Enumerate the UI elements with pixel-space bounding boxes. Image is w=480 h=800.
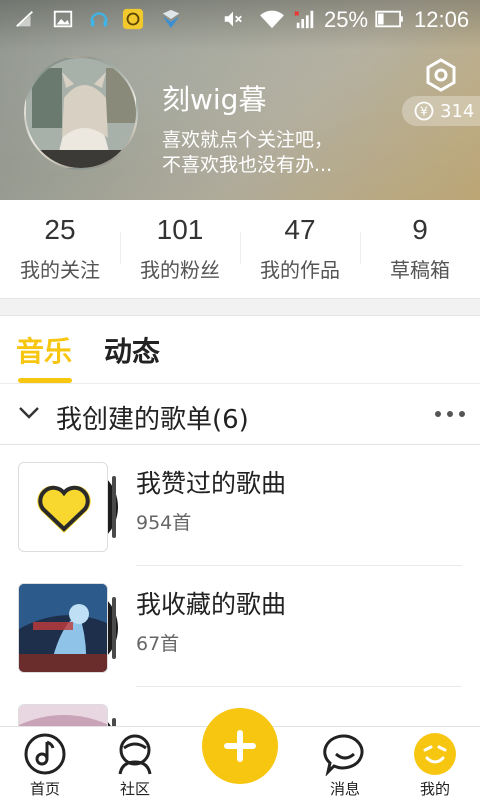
profile-header: 25% 12:06 刻wig暮 喜欢就点个关注吧， 不喜欢我也没有办... ¥ — [0, 0, 480, 200]
stat-value: 47 — [284, 214, 316, 245]
stat-label: 我的关注 — [20, 258, 100, 282]
stat-drafts[interactable]: 9 草稿箱 — [360, 200, 480, 298]
nav-label: 首页 — [29, 780, 60, 798]
signal-off-icon — [16, 10, 33, 28]
playlist-row-favorites[interactable]: 我收藏的歌曲 67首 — [0, 567, 480, 687]
create-button[interactable] — [202, 708, 278, 784]
stat-value: 25 — [44, 214, 76, 245]
playlist-count: 67首 — [136, 633, 180, 655]
row-divider — [136, 565, 462, 566]
playlist-cover — [18, 583, 118, 673]
avatar[interactable] — [24, 56, 138, 170]
album-art — [19, 584, 107, 672]
stat-label: 我的作品 — [260, 258, 340, 282]
plus-icon-vertical — [237, 730, 243, 762]
stat-fans[interactable]: 101 我的粉丝 — [120, 200, 240, 298]
stat-label: 我的粉丝 — [140, 258, 220, 282]
stat-works[interactable]: 47 我的作品 — [240, 200, 360, 298]
nav-label: 消息 — [329, 780, 360, 798]
section-divider — [0, 298, 480, 316]
heart-icon — [37, 485, 91, 533]
username[interactable]: 刻wig暮 — [162, 78, 266, 118]
tab-music[interactable]: 音乐 — [16, 330, 72, 370]
playlist-row-liked[interactable]: 我赞过的歌曲 954首 — [0, 446, 480, 566]
nav-home[interactable]: 首页 — [5, 727, 85, 800]
nav-label: 我的 — [419, 780, 450, 798]
battery-percent: 25% — [324, 7, 369, 32]
profile-face-icon — [414, 733, 456, 775]
tab-feed[interactable]: 动态 — [104, 330, 160, 370]
playlist-section-header[interactable]: 我创建的歌单(6) — [0, 385, 480, 445]
playlist-section-title: 我创建的歌单(6) — [56, 405, 249, 435]
app-badge-icon — [122, 8, 144, 30]
coin-count: 314 — [440, 100, 475, 122]
settings-icon[interactable] — [424, 58, 458, 92]
stat-label: 草稿箱 — [390, 258, 450, 282]
nav-mine[interactable]: 我的 — [395, 727, 475, 800]
headset-icon — [90, 12, 108, 27]
playlist-count: 954首 — [136, 512, 192, 534]
stat-following[interactable]: 25 我的关注 — [0, 200, 120, 298]
chevron-down-icon[interactable] — [18, 405, 40, 421]
message-icon — [323, 734, 364, 776]
content-tabs: 音乐 动态 — [0, 316, 480, 384]
profile-stats: 25 我的关注 101 我的粉丝 47 我的作品 9 草稿箱 — [0, 200, 480, 298]
playlist-title: 我收藏的歌曲 — [136, 590, 287, 619]
wifi-icon — [260, 10, 284, 29]
cell-signal-icon — [294, 10, 314, 29]
playlist-title: 我赞过的歌曲 — [136, 469, 287, 498]
nav-label: 社区 — [119, 780, 150, 798]
nav-messages[interactable]: 消息 — [305, 727, 385, 800]
status-bar: 25% 12:06 — [0, 0, 480, 38]
cover-image — [18, 583, 108, 673]
image-icon — [53, 10, 73, 28]
avatar-image — [26, 58, 136, 168]
stat-value: 101 — [156, 214, 204, 245]
coin-icon: ¥ — [414, 101, 434, 121]
music-disc-icon — [24, 733, 66, 775]
community-icon — [118, 734, 152, 775]
playlist-cover — [18, 462, 118, 552]
nav-community[interactable]: 社区 — [95, 727, 175, 800]
more-options-icon[interactable] — [434, 409, 466, 419]
mute-icon — [224, 11, 242, 27]
cover-image — [18, 462, 108, 552]
row-divider — [136, 686, 462, 687]
user-bio: 喜欢就点个关注吧， 不喜欢我也没有办... — [162, 129, 334, 176]
tab-active-indicator — [18, 378, 72, 383]
stat-value: 9 — [412, 214, 428, 245]
coin-symbol: ¥ — [420, 105, 428, 119]
coin-balance[interactable]: ¥ 314 — [402, 96, 480, 126]
shield-icon — [162, 9, 180, 29]
battery-icon — [375, 10, 403, 28]
status-time: 12:06 — [414, 7, 470, 32]
